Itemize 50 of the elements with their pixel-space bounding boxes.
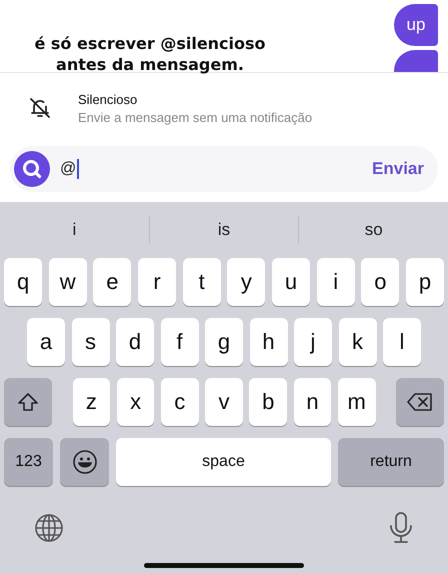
letter-key[interactable]: a: [27, 318, 65, 366]
letter-key[interactable]: d: [116, 318, 154, 366]
caption-text: antes da mensagem.: [56, 55, 244, 74]
letter-key[interactable]: j: [294, 318, 332, 366]
letter-key[interactable]: h: [250, 318, 288, 366]
message-bubble: up: [394, 4, 438, 46]
letter-key[interactable]: z: [72, 378, 110, 426]
letter-key[interactable]: p: [406, 258, 444, 306]
delete-key[interactable]: [396, 378, 444, 426]
search-icon[interactable]: [14, 151, 50, 187]
letter-key[interactable]: t: [182, 258, 221, 306]
letter-key[interactable]: f: [160, 318, 198, 366]
emoji-icon: [72, 449, 98, 475]
suggestion[interactable]: i: [0, 219, 149, 241]
suggestion[interactable]: so: [299, 219, 448, 241]
send-button[interactable]: Enviar: [372, 159, 424, 179]
message-field[interactable]: @ Enviar: [10, 146, 438, 192]
letter-key[interactable]: k: [338, 318, 376, 366]
letter-key[interactable]: s: [72, 318, 110, 366]
shift-key[interactable]: [4, 378, 52, 426]
shift-icon: [17, 392, 39, 412]
letter-key[interactable]: u: [272, 258, 310, 306]
backspace-icon: [407, 393, 433, 411]
letter-key[interactable]: w: [48, 258, 87, 306]
mention-description: Envie a mensagem sem uma notificação: [78, 110, 312, 124]
letter-key[interactable]: n: [294, 378, 332, 426]
letter-key[interactable]: e: [93, 258, 132, 306]
mention-item[interactable]: Silencioso Envie a mensagem sem uma notificação: [0, 92, 312, 124]
letter-key[interactable]: b: [249, 378, 288, 426]
letter-key[interactable]: m: [338, 378, 376, 426]
globe-icon[interactable]: [34, 513, 64, 543]
letter-key[interactable]: y: [227, 258, 266, 306]
letter-key[interactable]: q: [4, 258, 42, 306]
return-key[interactable]: return: [338, 438, 444, 486]
letter-key[interactable]: c: [160, 378, 199, 426]
muted-bell-icon: [28, 96, 52, 120]
letter-key[interactable]: o: [361, 258, 400, 306]
emoji-key[interactable]: [60, 438, 109, 486]
numbers-key[interactable]: 123: [4, 438, 53, 486]
letter-key[interactable]: i: [316, 258, 355, 306]
letter-key[interactable]: x: [116, 378, 154, 426]
caption-text: é só escrever @silencioso: [34, 34, 266, 53]
suggestion[interactable]: is: [150, 219, 298, 241]
letter-key[interactable]: g: [205, 318, 243, 366]
letter-key[interactable]: l: [383, 318, 421, 366]
microphone-icon[interactable]: [389, 512, 413, 544]
mention-title: Silencioso: [78, 92, 138, 106]
space-key[interactable]: space: [116, 438, 331, 486]
letter-key[interactable]: r: [138, 258, 176, 306]
letter-key[interactable]: v: [205, 378, 243, 426]
